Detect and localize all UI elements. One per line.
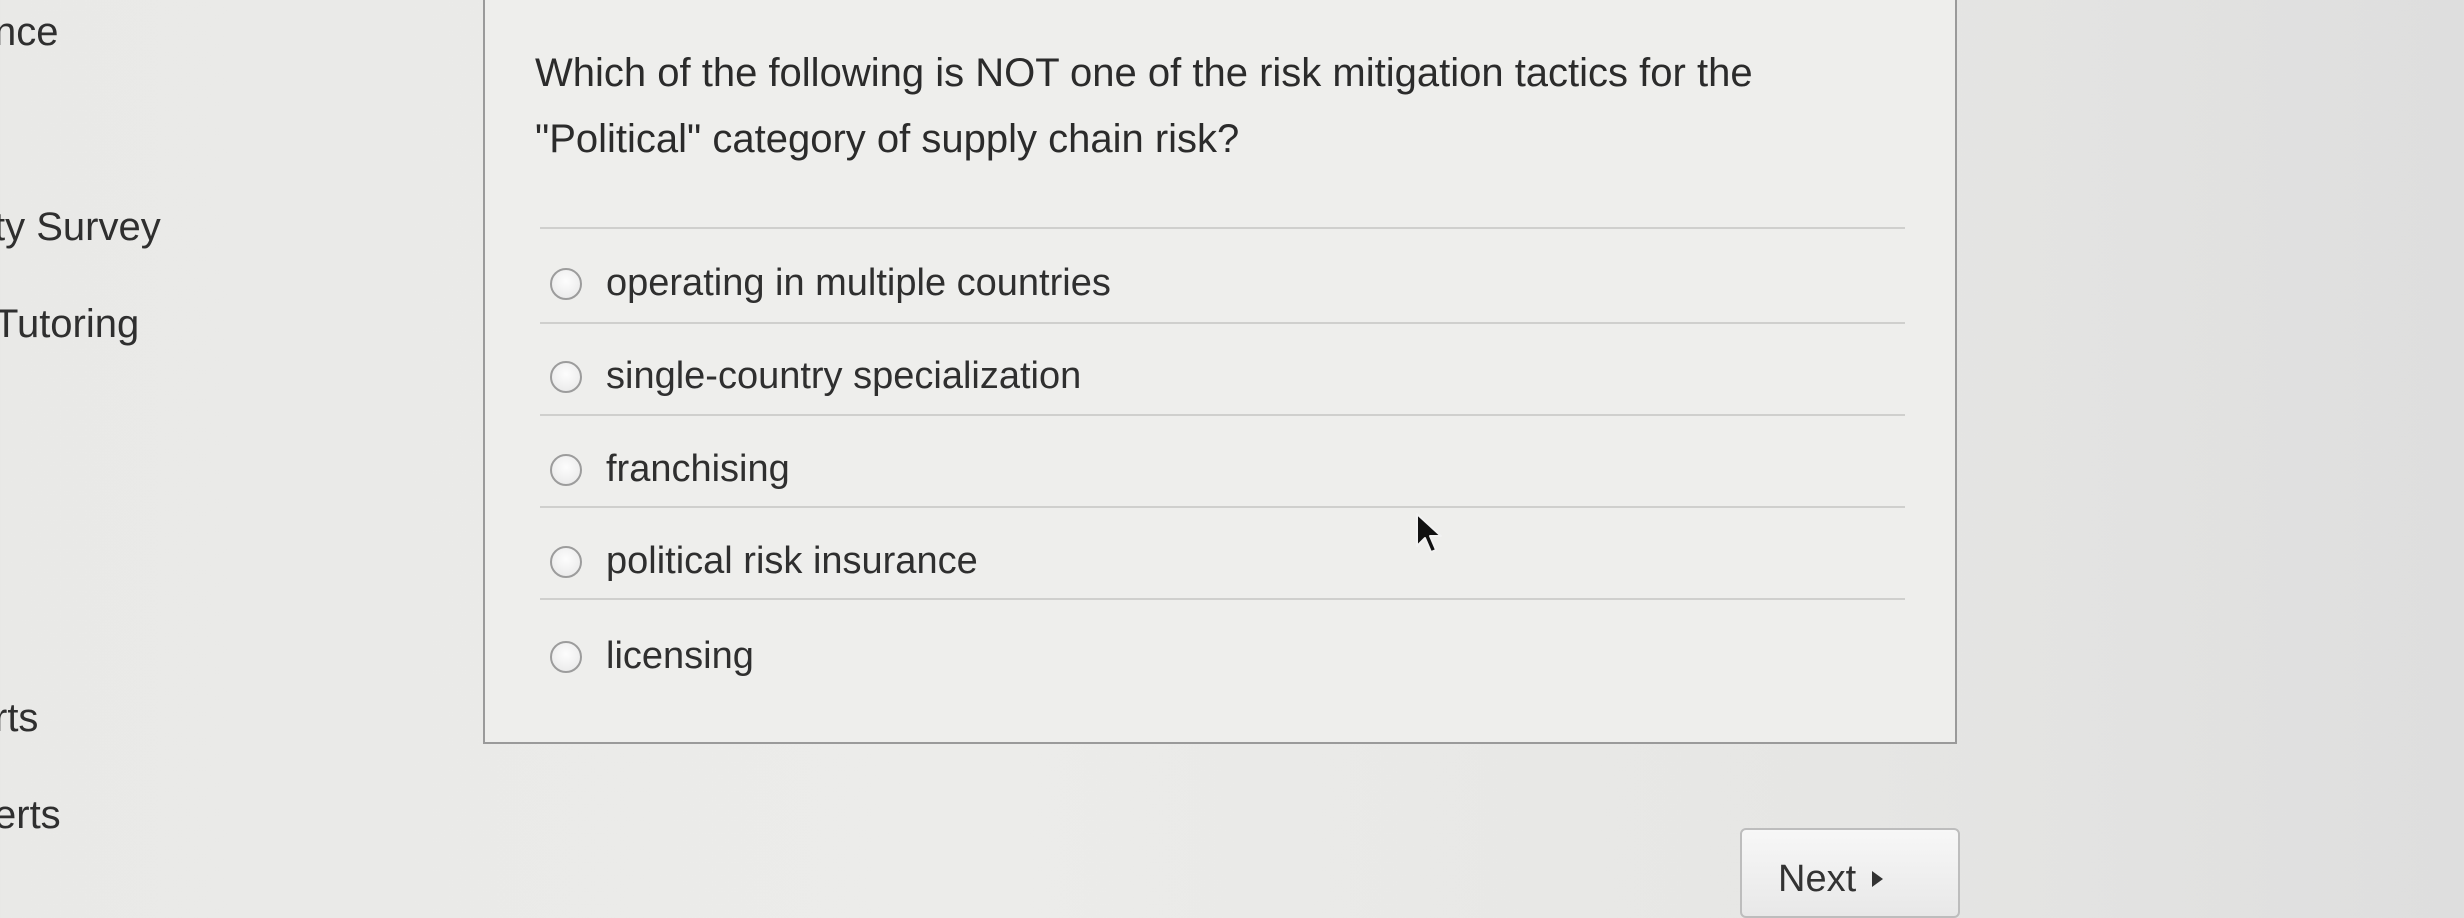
sidebar-item-survey[interactable]: ty Survey (0, 205, 161, 250)
option-label: political risk insurance (606, 540, 978, 582)
divider (540, 598, 1905, 600)
option-label: operating in multiple countries (606, 262, 1111, 304)
answer-option-2[interactable]: single-country specialization (550, 355, 1081, 398)
next-button[interactable]: Next (1740, 828, 1960, 918)
divider (540, 506, 1905, 508)
radio-button[interactable] (550, 360, 582, 393)
play-arrow-icon (1872, 871, 1884, 887)
question-text: Which of the following is NOT one of the… (535, 51, 1753, 161)
radio-button[interactable] (550, 453, 582, 486)
radio-button[interactable] (550, 267, 582, 300)
divider (540, 322, 1905, 324)
option-label: single-country specialization (606, 355, 1082, 397)
sidebar-item-5[interactable]: erts (0, 793, 61, 838)
sidebar-item-4[interactable]: rts (0, 696, 38, 741)
answer-option-5[interactable]: licensing (550, 635, 754, 678)
option-label: licensing (606, 635, 754, 677)
radio-button[interactable] (550, 545, 582, 578)
question-card: Which of the following is NOT one of the… (483, 0, 1957, 744)
radio-button[interactable] (550, 640, 582, 673)
answer-option-4[interactable]: political risk insurance (550, 540, 978, 583)
sidebar-item-tutoring[interactable]: Tutoring (0, 302, 139, 347)
answer-option-1[interactable]: operating in multiple countries (550, 262, 1111, 305)
divider (540, 227, 1905, 229)
option-label: franchising (606, 448, 790, 490)
answer-option-3[interactable]: franchising (550, 448, 790, 491)
sidebar-item-1[interactable]: nce (0, 10, 59, 55)
mouse-pointer-icon (1415, 512, 1445, 561)
divider (540, 414, 1905, 416)
